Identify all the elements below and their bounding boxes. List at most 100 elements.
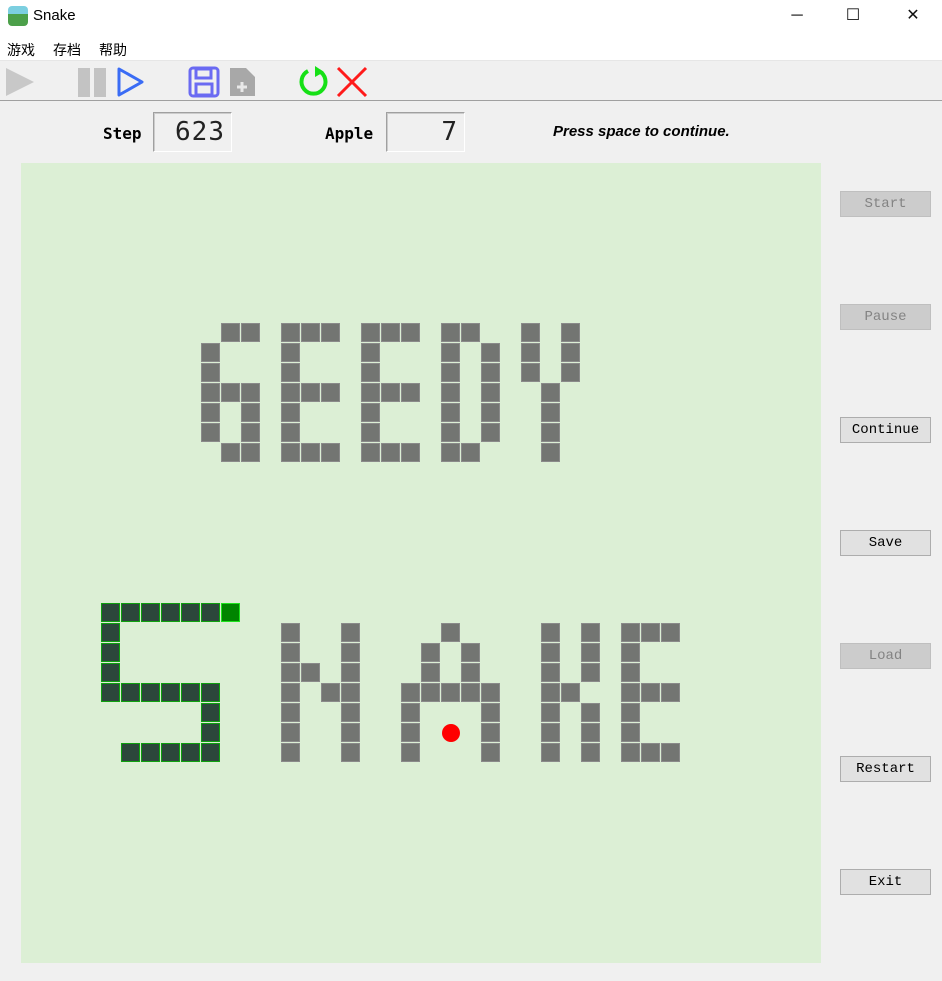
wall-block — [201, 423, 220, 442]
wall-block — [621, 683, 640, 702]
wall-block — [281, 343, 300, 362]
wall-block — [301, 663, 320, 682]
apple-label: Apple — [325, 124, 374, 143]
wall-block — [281, 643, 300, 662]
wall-block — [281, 663, 300, 682]
continue-icon[interactable] — [114, 65, 148, 99]
wall-block — [541, 723, 560, 742]
wall-block — [481, 703, 500, 722]
wall-block — [521, 323, 540, 342]
restart-button[interactable]: Restart — [840, 756, 931, 782]
menu-help[interactable]: 帮助 — [99, 40, 127, 60]
close-button[interactable]: ✕ — [890, 0, 936, 32]
wall-block — [421, 643, 440, 662]
wall-block — [401, 683, 420, 702]
pause-button[interactable]: Pause — [840, 304, 931, 330]
wall-block — [281, 383, 300, 402]
wall-block — [561, 683, 580, 702]
snake-body-segment — [141, 743, 160, 762]
wall-block — [301, 383, 320, 402]
status-message: Press space to continue. — [553, 123, 730, 140]
menu-bar: 游戏 存档 帮助 — [0, 34, 942, 61]
wall-block — [461, 443, 480, 462]
wall-block — [481, 423, 500, 442]
wall-block — [621, 723, 640, 742]
wall-block — [401, 703, 420, 722]
wall-block — [441, 443, 460, 462]
wall-block — [641, 743, 660, 762]
menu-game[interactable]: 游戏 — [7, 40, 35, 60]
wall-block — [241, 383, 260, 402]
snake-body-segment — [121, 603, 140, 622]
menu-archive[interactable]: 存档 — [53, 40, 81, 60]
wall-block — [361, 403, 380, 422]
wall-block — [541, 403, 560, 422]
snake-body-segment — [161, 743, 180, 762]
wall-block — [321, 323, 340, 342]
wall-block — [301, 323, 320, 342]
wall-block — [461, 663, 480, 682]
wall-block — [441, 403, 460, 422]
wall-block — [281, 683, 300, 702]
pause-icon[interactable] — [76, 65, 110, 99]
wall-block — [661, 623, 680, 642]
snake-body-segment — [201, 683, 220, 702]
step-counter: 623 — [153, 112, 232, 152]
exit-button[interactable]: Exit — [840, 869, 931, 895]
wall-block — [401, 443, 420, 462]
wall-block — [361, 423, 380, 442]
load-button[interactable]: Load — [840, 643, 931, 669]
snake-body-segment — [121, 743, 140, 762]
save-icon[interactable] — [187, 65, 221, 99]
start-button[interactable]: Start — [840, 191, 931, 217]
load-icon[interactable] — [226, 65, 260, 99]
snake-body-segment — [161, 603, 180, 622]
wall-block — [581, 623, 600, 642]
wall-block — [481, 683, 500, 702]
wall-block — [201, 343, 220, 362]
minimize-button[interactable]: ─ — [774, 0, 820, 32]
wall-block — [281, 323, 300, 342]
wall-block — [521, 343, 540, 362]
wall-block — [481, 343, 500, 362]
wall-block — [641, 623, 660, 642]
apple-counter: 7 — [386, 112, 465, 152]
continue-button[interactable]: Continue — [840, 417, 931, 443]
wall-block — [441, 423, 460, 442]
wall-block — [341, 743, 360, 762]
wall-block — [361, 383, 380, 402]
wall-block — [201, 403, 220, 422]
save-button[interactable]: Save — [840, 530, 931, 556]
wall-block — [341, 643, 360, 662]
maximize-button[interactable]: ☐ — [830, 0, 876, 32]
wall-block — [441, 343, 460, 362]
play-icon[interactable] — [4, 65, 38, 99]
wall-block — [541, 743, 560, 762]
wall-block — [581, 723, 600, 742]
wall-block — [541, 623, 560, 642]
wall-block — [341, 723, 360, 742]
wall-block — [241, 443, 260, 462]
wall-block — [241, 323, 260, 342]
wall-block — [281, 723, 300, 742]
wall-block — [381, 383, 400, 402]
wall-block — [281, 403, 300, 422]
snake-body-segment — [161, 683, 180, 702]
wall-block — [221, 443, 240, 462]
wall-block — [361, 443, 380, 462]
wall-block — [281, 743, 300, 762]
wall-block — [621, 643, 640, 662]
restart-icon[interactable] — [297, 65, 331, 99]
toolbar — [0, 62, 942, 101]
wall-block — [441, 383, 460, 402]
wall-block — [281, 363, 300, 382]
snake-body-segment — [121, 683, 140, 702]
snake-body-segment — [101, 643, 120, 662]
game-board[interactable] — [21, 163, 821, 963]
wall-block — [341, 663, 360, 682]
wall-block — [481, 723, 500, 742]
wall-block — [381, 443, 400, 462]
snake-body-segment — [181, 683, 200, 702]
wall-block — [621, 743, 640, 762]
exit-icon[interactable] — [335, 65, 369, 99]
